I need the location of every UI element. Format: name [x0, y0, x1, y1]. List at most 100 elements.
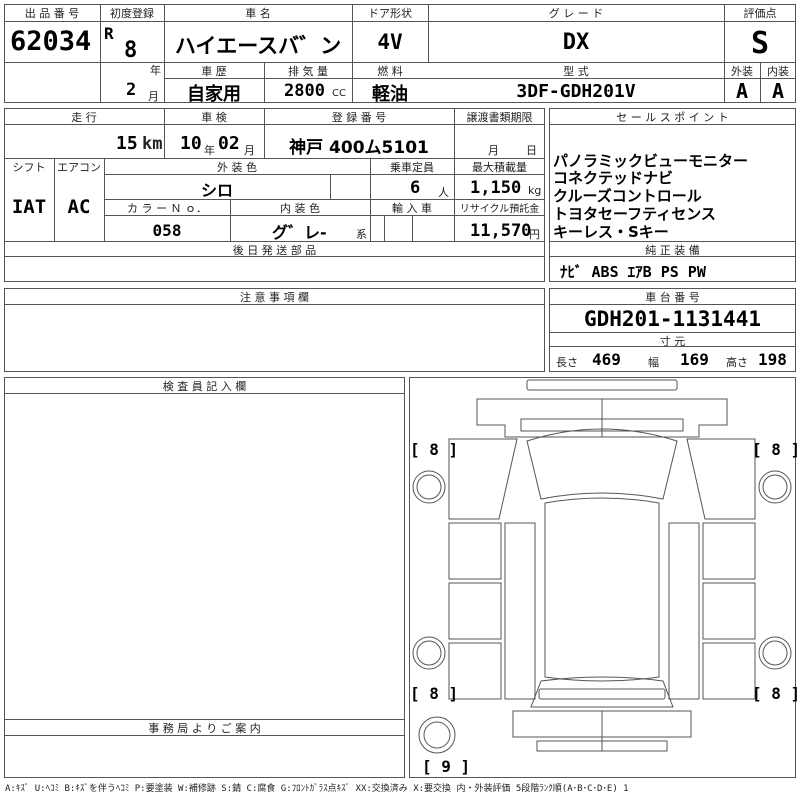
door-value: 4V — [377, 30, 403, 54]
right-front-wheel — [759, 471, 791, 503]
yen-unit: 円 — [529, 228, 540, 241]
mileage-label: 走 行 — [71, 111, 97, 124]
tire-front-right: [ 8 ] — [752, 440, 800, 459]
ext-color-label: 外 装 色 — [217, 161, 257, 174]
length-label: 長さ — [556, 356, 578, 369]
inspection-label: 車 検 — [201, 111, 227, 124]
inspector-box — [4, 377, 405, 778]
shift-label: シフト — [12, 161, 46, 174]
model-label: 型 式 — [563, 65, 589, 78]
interior-label: 内装 — [767, 65, 789, 78]
left-front-wheel-inner — [417, 475, 441, 499]
spare-wheel-inner — [424, 722, 450, 748]
car-diagram — [409, 377, 796, 778]
transfer-label: 譲渡書類期限 — [466, 111, 533, 124]
dimensions-label: 寸 元 — [659, 335, 686, 348]
later-parts-label: 後 日 発 送 部 品 — [232, 244, 317, 257]
inspection-month-value: 02 — [218, 133, 240, 154]
exterior-grade-value: A — [735, 79, 749, 103]
left-pillar — [505, 523, 535, 699]
genuine-value: ﾅﾋﾞ ABS ｴｱB PS PW — [560, 263, 706, 281]
transfer-month-unit: 月 — [488, 144, 499, 157]
left-rear-wheel — [413, 637, 445, 669]
kg-unit: kg — [528, 184, 542, 197]
color-no-value: 058 — [152, 221, 182, 240]
transfer-day-unit: 日 — [526, 144, 537, 157]
cc-unit: CC — [332, 88, 346, 99]
first-reg-label: 初度登録 — [110, 7, 154, 20]
chassis-value: GDH201-1131441 — [583, 307, 761, 331]
inspection-year-value: 10 — [180, 133, 202, 154]
grade-value: DX — [562, 30, 590, 55]
series-unit: 系 — [356, 228, 367, 241]
front-bumper — [527, 380, 677, 390]
roof — [545, 498, 659, 681]
right-front-wheel-inner — [763, 475, 787, 499]
left-slide-door — [449, 583, 501, 639]
interior-grade-value: A — [771, 79, 785, 103]
windshield — [527, 429, 677, 499]
year-value: 8 — [124, 38, 138, 63]
history-label: 車 歴 — [201, 65, 227, 78]
inspection-month-unit: 月 — [244, 144, 255, 157]
history-value: 自家用 — [187, 84, 241, 105]
recycle-value: 11,570 — [470, 221, 532, 241]
rear-bumper — [539, 689, 665, 699]
inspection-year-unit: 年 — [204, 144, 215, 157]
car-name-value: ハイエースバ゛ン — [174, 34, 342, 58]
length-value: 469 — [592, 350, 621, 369]
year-unit: 年 — [150, 64, 161, 77]
sales-point-label: セ ー ル ス ポ イ ン ト — [616, 111, 729, 124]
fuel-label: 燃 料 — [377, 65, 403, 78]
caution-label: 注 意 事 項 欄 — [240, 291, 309, 304]
fuel-value: 軽油 — [372, 84, 408, 105]
sales-point-item: キーレス・Sキー — [553, 223, 669, 241]
lot-no-value: 62034 — [10, 26, 92, 57]
left-rear-wheel-inner — [417, 641, 441, 665]
reg-no-value: 神戸 400ム5101 — [289, 138, 429, 158]
right-rear-panel — [703, 643, 755, 699]
import-label: 輸 入 車 — [392, 202, 432, 215]
width-value: 169 — [680, 350, 709, 369]
shift-value: IAT — [11, 196, 47, 218]
tire-front-left: [ 8 ] — [410, 440, 459, 459]
mileage-value: 15 — [116, 133, 138, 154]
exterior-label: 外装 — [731, 65, 753, 78]
tire-rear-left: [ 8 ] — [410, 684, 459, 703]
right-rear-wheel-inner — [763, 641, 787, 665]
height-label: 高さ — [726, 356, 748, 369]
max-load-value: 1,150 — [470, 178, 522, 198]
int-color-label: 内 装 色 — [280, 202, 320, 215]
tire-spare: [ 9 ] — [422, 757, 471, 776]
width-label: 幅 — [648, 356, 659, 369]
left-front-fender — [449, 439, 517, 519]
max-load-label: 最大積載量 — [472, 161, 527, 174]
km-unit: km — [142, 134, 163, 154]
recycle-label: リサイクル預託金 — [459, 204, 540, 215]
reg-no-label: 登 録 番 号 — [331, 111, 387, 124]
inspector-label: 検 査 員 記 入 欄 — [162, 380, 247, 393]
lot-no-label: 出 品 番 号 — [24, 7, 80, 20]
grade-label: グ レ ー ド — [548, 7, 604, 20]
height-value: 198 — [758, 350, 787, 369]
left-front-wheel — [413, 471, 445, 503]
score-label: 評価点 — [743, 7, 777, 20]
int-color-value: グ゛レ- — [272, 223, 327, 242]
era-value: R — [104, 24, 114, 43]
car-name-label: 車 名 — [245, 7, 271, 20]
office-label: 事 務 局 よ り ご 案 内 — [148, 722, 261, 735]
genuine-label: 純 正 装 備 — [645, 244, 700, 257]
left-front-door — [449, 523, 501, 579]
score-value: S — [750, 26, 770, 61]
right-pillar — [669, 523, 699, 699]
right-rear-wheel — [759, 637, 791, 669]
person-unit: 人 — [438, 186, 449, 199]
ext-color-value: シロ — [200, 181, 233, 200]
displacement-label: 排 気 量 — [288, 65, 328, 78]
displacement-value: 2800 — [284, 81, 325, 101]
capacity-value: 6 — [410, 178, 421, 198]
month-unit: 月 — [148, 90, 159, 103]
right-slide-door — [703, 583, 755, 639]
month-value: 2 — [126, 80, 137, 100]
color-no-label: カ ラ ー Ｎ ｏ． — [127, 202, 207, 215]
